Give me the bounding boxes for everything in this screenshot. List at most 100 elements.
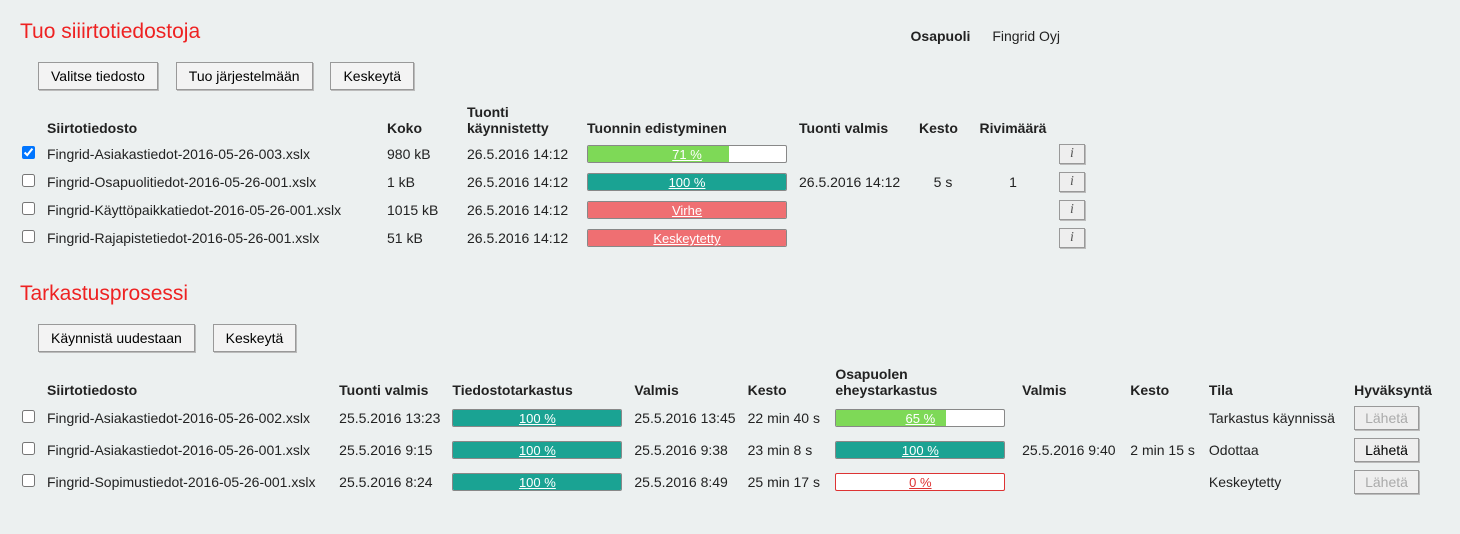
party-value: Fingrid Oyj [992,28,1060,44]
filecheck-dur: 23 min 8 s [744,434,832,466]
restart-button[interactable]: Käynnistä uudestaan [38,324,195,352]
info-button[interactable]: i [1059,200,1085,220]
file-name: Fingrid-Asiakastiedot-2016-05-26-003.xsl… [43,140,383,168]
col2-ready2: Valmis [1018,362,1126,402]
import-started: 26.5.2016 14:12 [463,196,583,224]
row-checkbox[interactable] [22,202,35,215]
import-done [795,140,915,168]
file-name: Fingrid-Osapuolitiedot-2016-05-26-001.xs… [43,168,383,196]
filecheck-ready: 25.5.2016 13:45 [630,402,743,434]
filecheck-bar: 100 % [452,441,622,459]
import-done: 25.5.2016 13:23 [335,402,448,434]
progress-bar: Virhe [587,201,787,219]
filecheck-dur: 25 min 17 s [744,466,832,498]
file-name: Fingrid-Asiakastiedot-2016-05-26-002.xsl… [43,402,335,434]
integrity-ready [1018,466,1126,498]
row-checkbox[interactable] [22,174,35,187]
import-done [795,224,915,252]
integrity-dur [1126,402,1205,434]
integrity-dur [1126,466,1205,498]
row-checkbox[interactable] [22,410,35,423]
col2-state: Tila [1205,362,1350,402]
filecheck-ready: 25.5.2016 9:38 [630,434,743,466]
import-done: 26.5.2016 14:12 [795,168,915,196]
row-count [975,196,1055,224]
import-title: Tuo siiirtotiedostoja [20,20,200,44]
col-rows: Rivimäärä [975,100,1055,140]
cancel-import-button[interactable]: Keskeytä [330,62,414,90]
row-checkbox[interactable] [22,442,35,455]
import-table: Siirtotiedosto Koko Tuonti käynnistetty … [20,100,1095,252]
filecheck-bar: 100 % [452,409,622,427]
table-row: Fingrid-Rajapistetiedot-2016-05-26-001.x… [20,224,1095,252]
col2-appr: Hyväksyntä [1350,362,1440,402]
check-title: Tarkastusprosessi [20,282,1440,306]
file-name: Fingrid-Asiakastiedot-2016-05-26-001.xsl… [43,434,335,466]
duration [915,196,975,224]
progress-bar: 71 % [587,145,787,163]
integrity-bar: 65 % [835,409,1005,427]
import-started: 26.5.2016 14:12 [463,224,583,252]
row-count [975,224,1055,252]
table-row: Fingrid-Käyttöpaikkatiedot-2016-05-26-00… [20,196,1095,224]
row-checkbox[interactable] [22,146,35,159]
integrity-bar: 0 % [835,473,1005,491]
state: Odottaa [1205,434,1350,466]
integrity-dur: 2 min 15 s [1126,434,1205,466]
duration [915,224,975,252]
filecheck-dur: 22 min 40 s [744,402,832,434]
import-button[interactable]: Tuo järjestelmään [176,62,313,90]
file-size: 51 kB [383,224,463,252]
select-file-button[interactable]: Valitse tiedosto [38,62,158,90]
integrity-ready: 25.5.2016 9:40 [1018,434,1126,466]
info-button[interactable]: i [1059,172,1085,192]
table-row: Fingrid-Sopimustiedot-2016-05-26-001.xsl… [20,466,1440,498]
import-done: 25.5.2016 9:15 [335,434,448,466]
file-size: 1015 kB [383,196,463,224]
import-started: 26.5.2016 14:12 [463,140,583,168]
integrity-bar: 100 % [835,441,1005,459]
table-row: Fingrid-Asiakastiedot-2016-05-26-003.xsl… [20,140,1095,168]
col-progress: Tuonnin edistyminen [583,100,795,140]
info-button[interactable]: i [1059,228,1085,248]
file-name: Fingrid-Sopimustiedot-2016-05-26-001.xsl… [43,466,335,498]
col2-done: Tuonti valmis [335,362,448,402]
row-checkbox[interactable] [22,230,35,243]
file-name: Fingrid-Käyttöpaikkatiedot-2016-05-26-00… [43,196,383,224]
col-file: Siirtotiedosto [43,100,383,140]
row-count: 1 [975,168,1055,196]
filecheck-ready: 25.5.2016 8:49 [630,466,743,498]
table-row: Fingrid-Asiakastiedot-2016-05-26-002.xsl… [20,402,1440,434]
state: Tarkastus käynnissä [1205,402,1350,434]
party-block: Osapuoli Fingrid Oyj [911,28,1060,44]
progress-bar: 100 % [587,173,787,191]
row-count [975,140,1055,168]
import-done [795,196,915,224]
send-button[interactable]: Lähetä [1354,470,1419,494]
info-button[interactable]: i [1059,144,1085,164]
file-name: Fingrid-Rajapistetiedot-2016-05-26-001.x… [43,224,383,252]
file-size: 980 kB [383,140,463,168]
state: Keskeytetty [1205,466,1350,498]
col-done: Tuonti valmis [795,100,915,140]
cancel-check-button[interactable]: Keskeytä [213,324,297,352]
send-button[interactable]: Lähetä [1354,406,1419,430]
col2-dur: Kesto [744,362,832,402]
import-done: 25.5.2016 8:24 [335,466,448,498]
duration [915,140,975,168]
row-checkbox[interactable] [22,474,35,487]
col-started: Tuonti käynnistetty [463,100,583,140]
party-label: Osapuoli [911,28,971,44]
table-row: Fingrid-Osapuolitiedot-2016-05-26-001.xs… [20,168,1095,196]
progress-bar: Keskeytetty [587,229,787,247]
col2-file: Siirtotiedosto [43,362,335,402]
table-row: Fingrid-Asiakastiedot-2016-05-26-001.xsl… [20,434,1440,466]
send-button[interactable]: Lähetä [1354,438,1419,462]
col2-fc: Tiedostotarkastus [448,362,630,402]
col-size: Koko [383,100,463,140]
import-started: 26.5.2016 14:12 [463,168,583,196]
col2-integ: Osapuolen eheystarkastus [831,362,1018,402]
col2-ready: Valmis [630,362,743,402]
file-size: 1 kB [383,168,463,196]
col2-dur2: Kesto [1126,362,1205,402]
